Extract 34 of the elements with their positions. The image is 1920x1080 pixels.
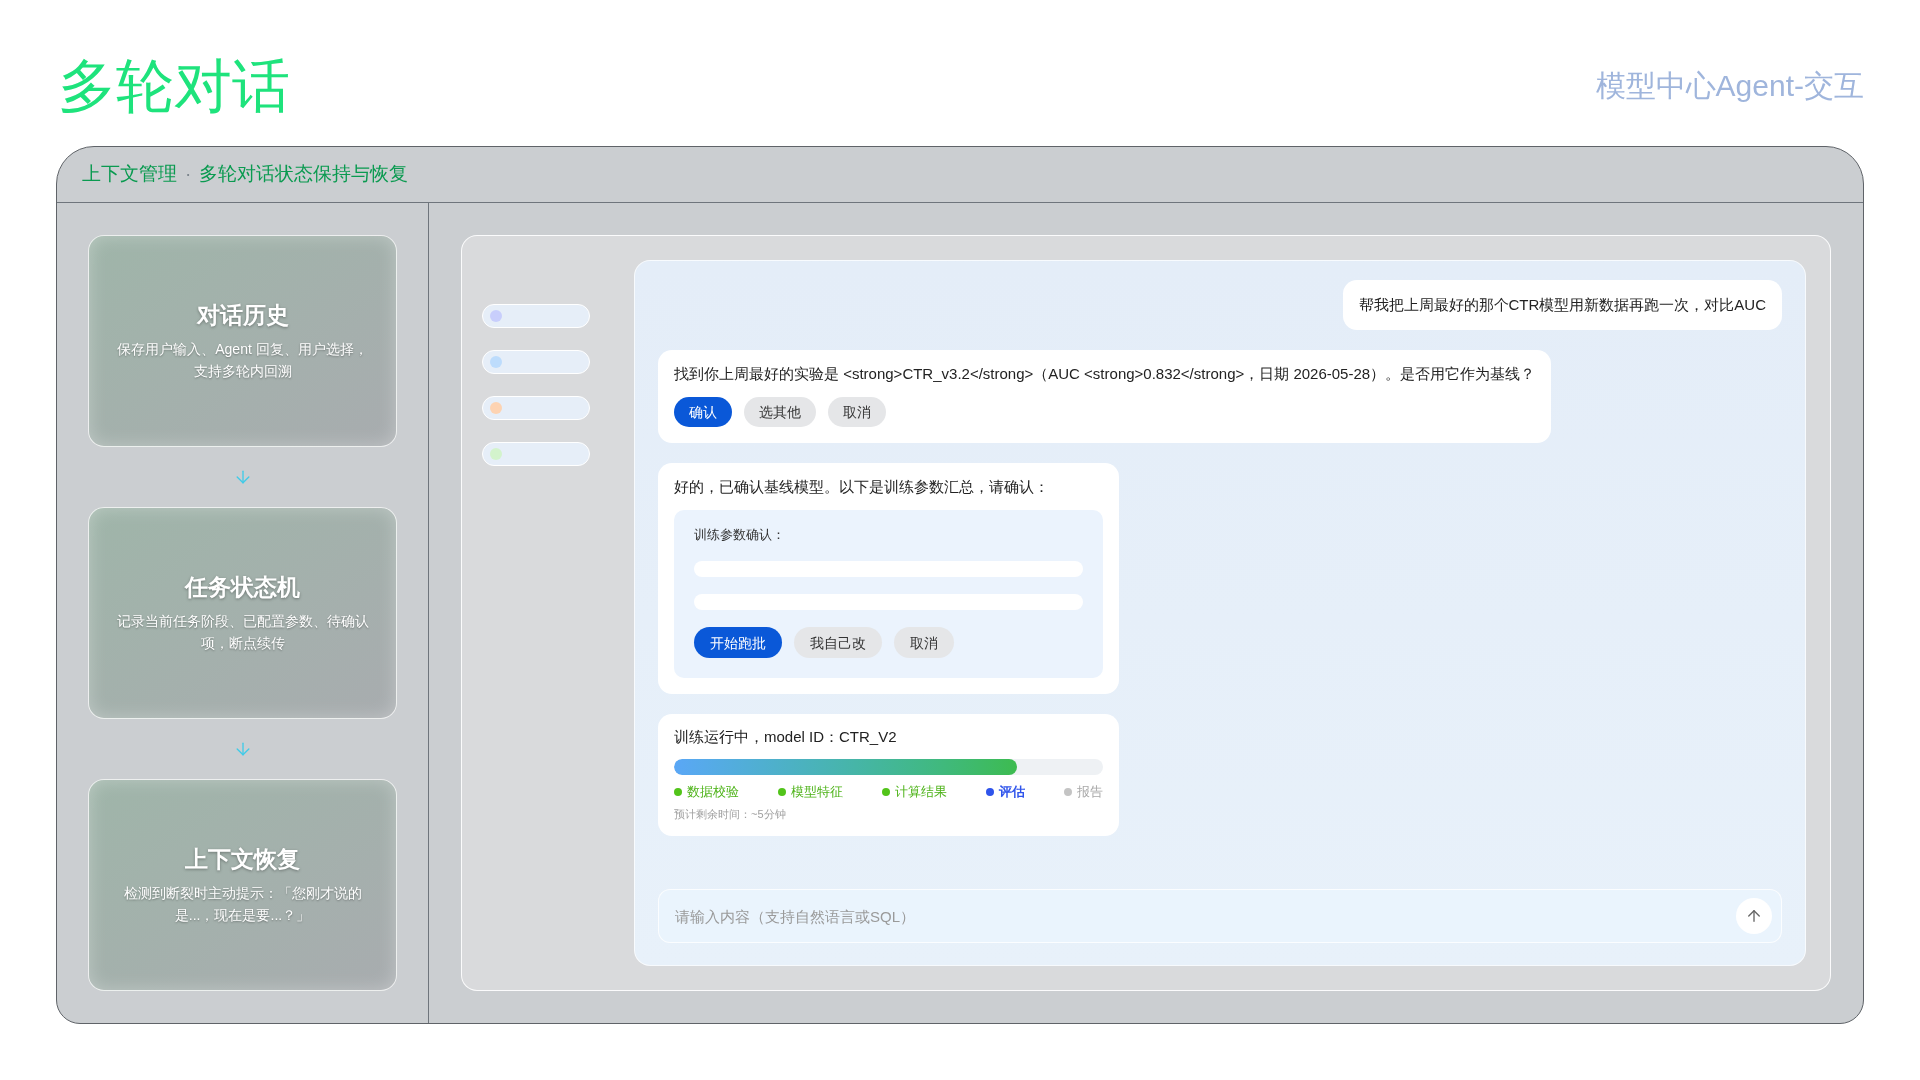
action-button[interactable]: 确认 [674, 397, 732, 427]
sidebar-item[interactable] [482, 396, 590, 420]
action-button[interactable]: 取消 [828, 397, 886, 427]
params-title: 训练参数确认： [694, 526, 786, 544]
page-title: 多轮对话 [58, 52, 290, 120]
send-icon [1745, 907, 1763, 925]
chat-input-field[interactable]: 请输入内容（支持自然语言或SQL） [658, 889, 1782, 943]
card-description: 记录当前任务阶段、已配置参数、待确认项，断点续传 [115, 612, 370, 653]
message-text: 训练运行中，model ID：CTR_V2 [674, 727, 898, 747]
sidebar-item[interactable] [482, 350, 590, 374]
action-button[interactable]: 取消 [894, 627, 954, 658]
message-text: 找到你上周最好的实验是 <strong>CTR_v3.2</strong>（AUC <strong>0.832</strong>，日期 2026-05-28）。是否用它作为基线？ [674, 364, 1536, 384]
stage-label: 模型特征 [791, 783, 843, 801]
page-subtitle: 模型中心Agent-交互 [1595, 68, 1864, 104]
breadcrumb-text: 多轮对话状态保持与恢复 [199, 162, 409, 187]
user-message-bubble: 帮我把上周最好的那个CTR模型用新数据再跑一次，对比AUC [1342, 280, 1782, 330]
action-button[interactable]: 开始跑批 [694, 627, 782, 658]
sidebar-item[interactable] [482, 304, 590, 328]
card-description: 检测到断裂时主动提示：「您刚才说的是...，现在是要...？」 [122, 884, 363, 925]
message-text: 好的，已确认基线模型。以下是训练参数汇总，请确认： [674, 477, 1050, 497]
action-button[interactable]: 选其他 [744, 397, 816, 427]
card-description: 保存用户输入、Agent 回复、用户选择，支持多轮内回溯 [116, 340, 369, 381]
stage-label: 计算结果 [895, 783, 947, 801]
stage-label: 评估 [999, 783, 1025, 801]
stage-label: 数据校验 [687, 783, 739, 801]
sidebar-item[interactable] [482, 442, 590, 466]
eta-text: 预计剩余时间：~5分钟 [674, 807, 787, 822]
breadcrumb-text: 上下文管理 [82, 162, 177, 187]
breadcrumb-separator: · [185, 162, 192, 187]
card-title: 任务状态机 [185, 573, 300, 602]
stage-label: 报告 [1077, 783, 1103, 801]
card-title: 对话历史 [196, 301, 289, 330]
card-title: 上下文恢复 [185, 845, 300, 874]
action-button[interactable]: 我自己改 [794, 627, 882, 658]
